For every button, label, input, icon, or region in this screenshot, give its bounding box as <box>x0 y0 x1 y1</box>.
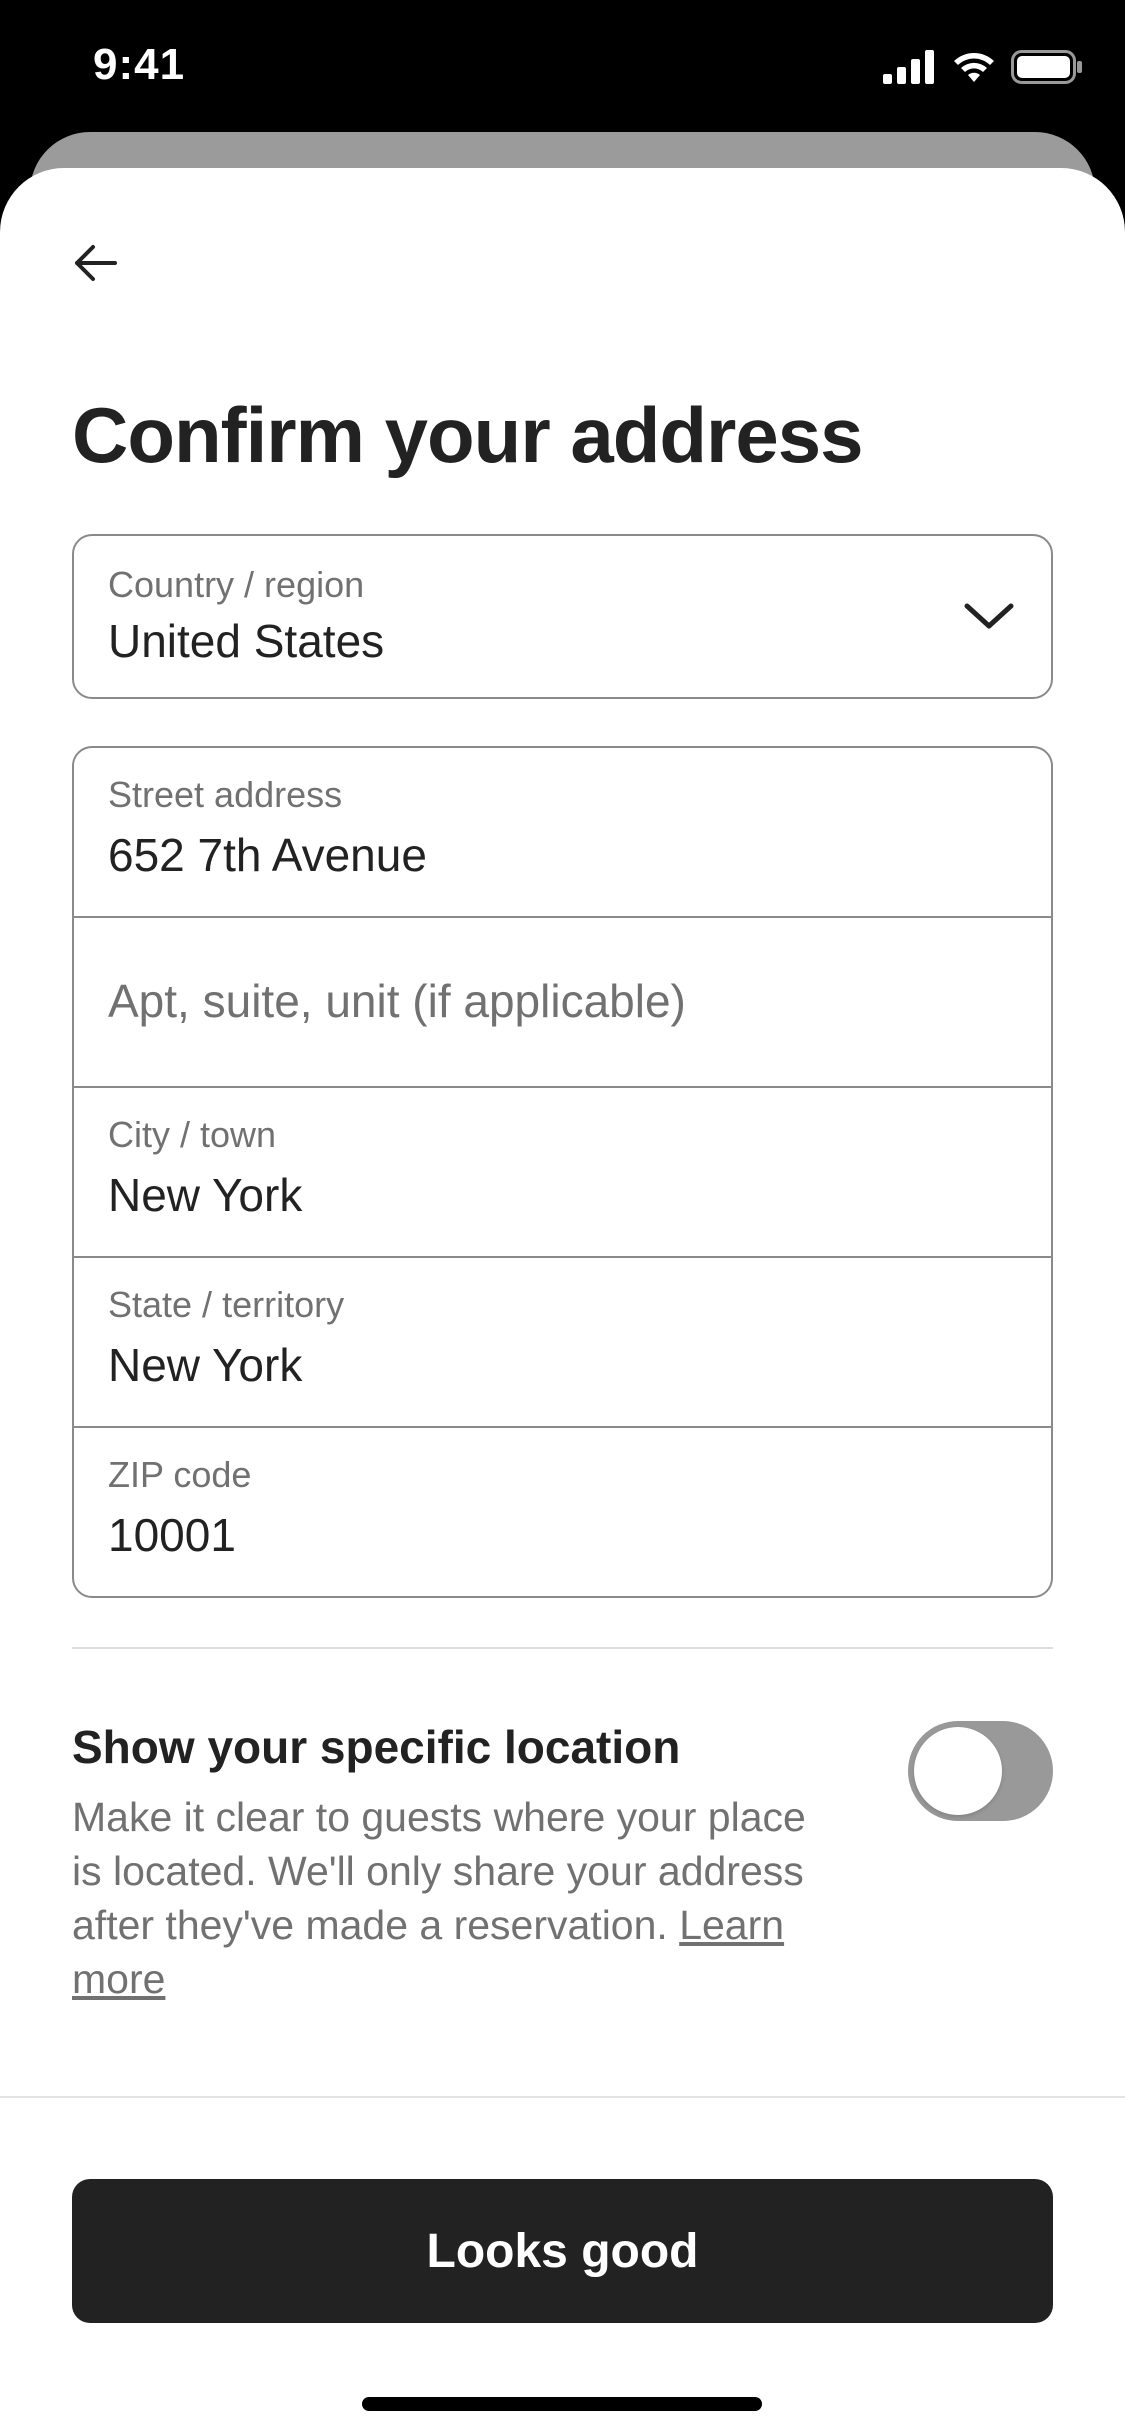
specific-location-title: Show your specific location <box>72 1721 681 1773</box>
state-territory-field[interactable]: State / territory New York <box>74 1258 1051 1428</box>
chevron-down-icon <box>964 603 1014 629</box>
specific-location-description: Make it clear to guests where your place… <box>72 1790 812 2006</box>
wifi-icon <box>954 53 994 82</box>
battery-icon <box>1011 50 1082 84</box>
toggle-knob <box>914 1727 1002 1815</box>
country-region-select[interactable]: Country / region United States <box>72 534 1053 699</box>
status-icons <box>883 50 1083 84</box>
zip-code-value: 10001 <box>108 1509 236 1561</box>
country-region-value: United States <box>108 615 385 667</box>
apt-suite-field[interactable]: Apt, suite, unit (if applicable) <box>74 918 1051 1088</box>
home-indicator <box>362 2397 762 2411</box>
street-address-field[interactable]: Street address 652 7th Avenue <box>74 748 1051 918</box>
address-sheet: Confirm your address Country / region Un… <box>0 168 1125 2436</box>
footer-divider <box>0 2096 1125 2098</box>
specific-location-toggle[interactable] <box>908 1721 1053 1821</box>
city-town-field[interactable]: City / town New York <box>74 1088 1051 1258</box>
city-town-label: City / town <box>108 1114 277 1155</box>
cellular-signal-icon <box>883 50 934 84</box>
street-address-label: Street address <box>108 774 343 815</box>
arrow-left-icon <box>75 245 117 281</box>
state-territory-label: State / territory <box>108 1284 345 1325</box>
zip-code-label: ZIP code <box>108 1454 252 1495</box>
country-region-label: Country / region <box>108 564 365 605</box>
section-divider <box>72 1647 1053 1649</box>
looks-good-button[interactable]: Looks good <box>72 2179 1053 2323</box>
state-territory-value: New York <box>108 1339 303 1391</box>
apt-suite-placeholder: Apt, suite, unit (if applicable) <box>108 975 686 1027</box>
address-fields-group: Street address 652 7th Avenue Apt, suite… <box>72 746 1053 1598</box>
page-title: Confirm your address <box>72 391 864 479</box>
status-time: 9:41 <box>93 40 186 89</box>
back-button[interactable] <box>60 228 130 298</box>
zip-code-field[interactable]: ZIP code 10001 <box>74 1428 1051 1596</box>
status-bar: 9:41 <box>0 0 1125 135</box>
street-address-value: 652 7th Avenue <box>108 829 427 881</box>
city-town-value: New York <box>108 1169 303 1221</box>
